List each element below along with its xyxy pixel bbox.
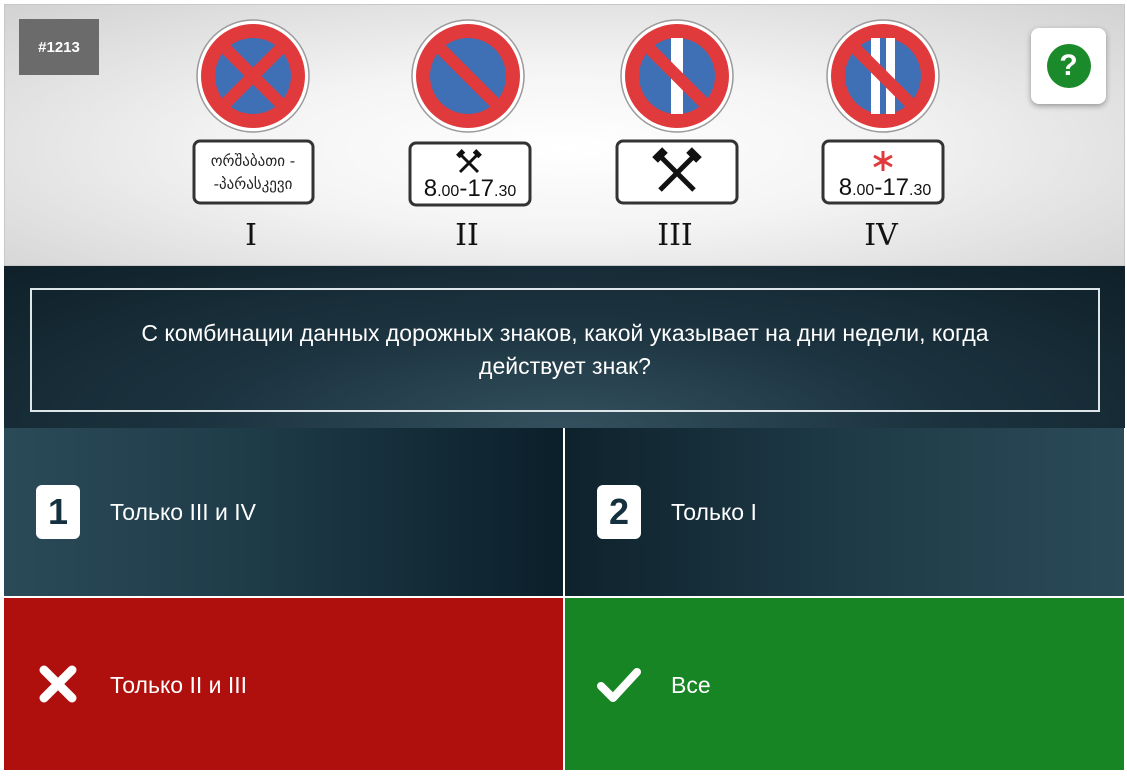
answer-number-badge: 1 — [36, 485, 80, 539]
question-image: ორშაბათი - -პარასკევი I 8.00-17.30 II II… — [4, 4, 1125, 266]
answer-label: Только III и IV — [110, 499, 256, 525]
plate-1-line-2: -პარასკევი — [214, 175, 293, 193]
plate-2-time-small2: .30 — [494, 183, 516, 200]
answer-option-3-wrong[interactable]: Только II и III — [4, 598, 563, 770]
answer-label: Все — [671, 672, 711, 698]
question-box: С комбинации данных дорожных знаков, как… — [30, 288, 1100, 412]
plate-4-time-small1: .00 — [852, 182, 874, 199]
answer-option-2[interactable]: 2 Только I — [565, 428, 1124, 596]
help-button[interactable]: ? — [1031, 28, 1106, 104]
plate-4-time-mid: -17 — [874, 174, 909, 201]
quiz-frame: ორშაბათი - -პარასკევი I 8.00-17.30 II II… — [4, 4, 1125, 772]
sign-4-numeral: IV — [864, 218, 899, 253]
plate-2-time-mid: -17 — [459, 175, 494, 202]
answer-number-badge: 2 — [597, 485, 641, 539]
answer-label: Только I — [671, 499, 757, 525]
plate-2-time-small1: .00 — [437, 183, 459, 200]
sign-3: III — [615, 19, 739, 253]
road-signs-illustration: ორშაბათი - -პარასკევი I 8.00-17.30 II II… — [192, 19, 945, 253]
check-icon — [597, 668, 641, 702]
answer-option-4-correct[interactable]: Все — [565, 598, 1124, 770]
answer-option-1[interactable]: 1 Только III и IV — [4, 428, 563, 596]
plate-4-time-main: 8 — [839, 174, 852, 201]
question-text: С комбинации данных дорожных знаков, как… — [141, 320, 989, 379]
sign-4: 8.00-17.30 IV — [821, 19, 945, 253]
sign-2: 8.00-17.30 II — [408, 19, 532, 253]
question-panel: С комбинации данных дорожных знаков, как… — [4, 266, 1125, 428]
cross-icon — [39, 665, 77, 703]
sign-1: ორშაბათი - -პარასკევი I — [192, 19, 315, 253]
question-mark-icon: ? — [1046, 44, 1091, 88]
question-id-badge: #1213 — [19, 19, 99, 75]
plate-2-time-main: 8 — [424, 175, 437, 202]
answer-label: Только II и III — [110, 672, 248, 698]
sign-2-numeral: II — [455, 218, 479, 253]
sign-1-numeral: I — [245, 218, 257, 253]
sign-3-numeral: III — [657, 218, 693, 253]
plate-4-time-small2: .30 — [909, 182, 931, 199]
plate-1-line-1: ორშაბათი - — [211, 152, 295, 170]
